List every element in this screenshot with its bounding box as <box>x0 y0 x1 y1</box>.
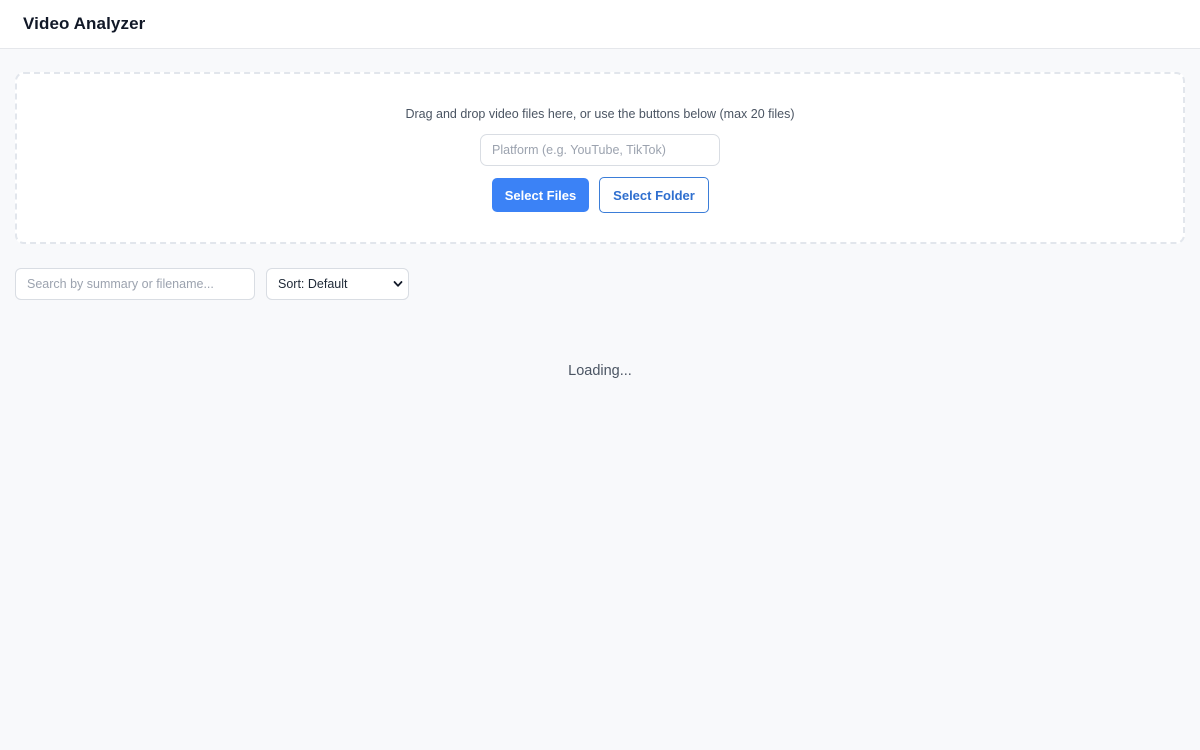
sort-selected-value: Sort: Default <box>278 277 348 291</box>
platform-input[interactable] <box>480 134 720 166</box>
select-folder-button[interactable]: Select Folder <box>599 177 709 213</box>
upload-dropzone[interactable]: Drag and drop video files here, or use t… <box>15 72 1185 244</box>
top-bar: Video Analyzer <box>0 0 1200 49</box>
chevron-down-icon <box>393 281 403 287</box>
app-title: Video Analyzer <box>23 14 146 33</box>
search-input[interactable] <box>15 268 255 300</box>
sort-select[interactable]: Sort: Default <box>266 268 409 300</box>
loading-status: Loading... <box>568 363 632 379</box>
dropzone-hint: Drag and drop video files here, or use t… <box>405 107 795 121</box>
select-files-button[interactable]: Select Files <box>492 178 589 212</box>
